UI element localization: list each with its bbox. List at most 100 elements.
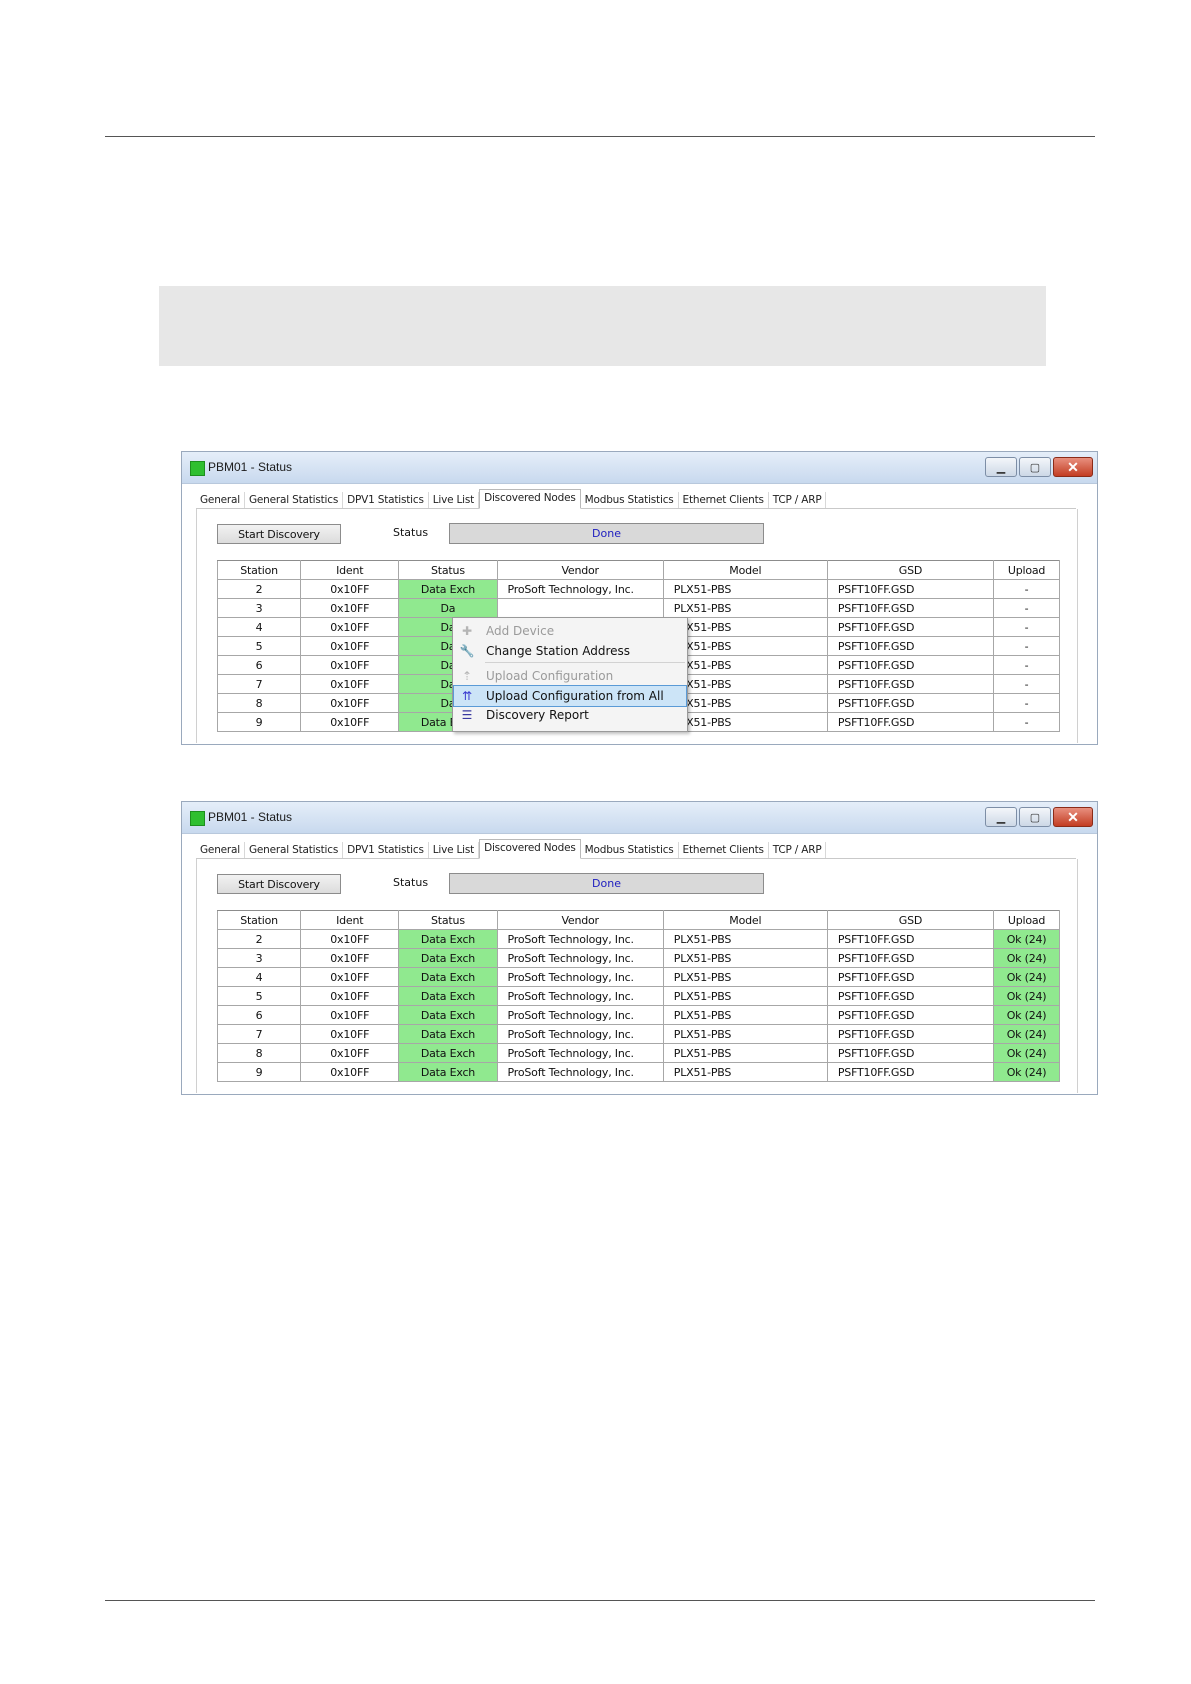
upload-all-icon: ⇈ (461, 689, 473, 703)
vendor-cell: ProSoft Technology, Inc. (496, 1062, 664, 1082)
column-header-ident[interactable]: Ident (300, 560, 400, 580)
tab-general-statistics[interactable]: General Statistics (245, 492, 344, 508)
status-cell: Data Exch (398, 967, 498, 987)
model-cell: PLX51-PBS (662, 1043, 828, 1063)
gsd-cell: PSFT10FF.GSD (826, 655, 995, 675)
title-bar[interactable]: PBM01 - Status ▁ ▢ ✕ (182, 452, 1097, 484)
gsd-cell: PSFT10FF.GSD (826, 929, 995, 949)
gsd-cell: PSFT10FF.GSD (826, 1062, 995, 1082)
tab-general[interactable]: General (196, 842, 245, 858)
tab-modbus-statistics[interactable]: Modbus Statistics (581, 492, 679, 508)
gsd-cell: PSFT10FF.GSD (826, 967, 995, 987)
tab-tcp-arp[interactable]: TCP / ARP (769, 842, 827, 858)
table-row[interactable]: 8 0x10FF Data Exch ProSoft Technology, Inc.… (216, 1043, 1060, 1063)
upload-cell: Ok (24) (993, 929, 1060, 949)
vendor-cell: ProSoft Technology, Inc. (496, 1043, 664, 1063)
upload-cell: Ok (24) (993, 986, 1060, 1006)
gsd-cell: PSFT10FF.GSD (826, 1024, 995, 1044)
ident-cell: 0x10FF (300, 1062, 400, 1082)
upload-cell: - (993, 674, 1060, 694)
status-cell: Data Exch (398, 986, 498, 1006)
table-row[interactable]: 5 0x10FF Data Exch ProSoft Technology, Inc.… (216, 986, 1060, 1006)
maximize-button[interactable]: ▢ (1019, 807, 1051, 827)
ident-cell: 0x10FF (300, 674, 400, 694)
column-header-vendor[interactable]: Vendor (496, 560, 664, 580)
vendor-cell: ProSoft Technology, Inc. (496, 929, 664, 949)
column-header-ident[interactable]: Ident (300, 910, 400, 930)
gsd-cell: PSFT10FF.GSD (826, 1005, 995, 1025)
table-row[interactable]: 2 0x10FF Data Exch ProSoft Technology, Inc.… (216, 929, 1060, 949)
station-cell: 2 (216, 929, 302, 949)
menu-item-label: Add Device (486, 624, 555, 638)
app-icon (190, 461, 205, 476)
menu-item-discovery-report[interactable]: ☰ Discovery Report (454, 705, 686, 725)
table-header-row: Station Ident Status Vendor Model GSD Upload (216, 560, 1060, 580)
column-header-status[interactable]: Status (398, 560, 498, 580)
ident-cell: 0x10FF (300, 655, 400, 675)
ident-cell: 0x10FF (300, 967, 400, 987)
minimize-button[interactable]: ▁ (985, 457, 1017, 477)
menu-separator (485, 662, 685, 663)
ident-cell: 0x10FF (300, 693, 400, 713)
column-header-gsd[interactable]: GSD (826, 560, 995, 580)
station-cell: 9 (216, 1062, 302, 1082)
vendor-cell: ProSoft Technology, Inc. (496, 1024, 664, 1044)
station-cell: 8 (216, 1043, 302, 1063)
title-bar[interactable]: PBM01 - Status ▁ ▢ ✕ (182, 802, 1097, 834)
tab-dpv1-statistics[interactable]: DPV1 Statistics (343, 842, 429, 858)
maximize-button[interactable]: ▢ (1019, 457, 1051, 477)
tab-general-statistics[interactable]: General Statistics (245, 842, 344, 858)
tab-dpv1-statistics[interactable]: DPV1 Statistics (343, 492, 429, 508)
gsd-cell: PSFT10FF.GSD (826, 693, 995, 713)
station-cell: 8 (216, 693, 302, 713)
upload-cell: - (993, 693, 1060, 713)
start-discovery-button[interactable]: Start Discovery (217, 874, 341, 894)
station-cell: 7 (216, 1024, 302, 1044)
table-row[interactable]: 6 0x10FF Data Exch ProSoft Technology, Inc.… (216, 1005, 1060, 1025)
column-header-upload[interactable]: Upload (993, 910, 1060, 930)
tab-ethernet-clients[interactable]: Ethernet Clients (679, 842, 769, 858)
tab-discovered-nodes[interactable]: Discovered Nodes (479, 839, 581, 859)
upload-cell: Ok (24) (993, 948, 1060, 968)
menu-item-upload-configuration-from-all[interactable]: ⇈ Upload Configuration from All (453, 685, 687, 707)
tab-discovered-nodes[interactable]: Discovered Nodes (479, 489, 581, 509)
minimize-button[interactable]: ▁ (985, 807, 1017, 827)
column-header-model[interactable]: Model (662, 910, 828, 930)
column-header-gsd[interactable]: GSD (826, 910, 995, 930)
tab-live-list[interactable]: Live List (429, 492, 480, 508)
ident-cell: 0x10FF (300, 579, 400, 599)
tab-tcp-arp[interactable]: TCP / ARP (769, 492, 827, 508)
start-discovery-button[interactable]: Start Discovery (217, 524, 341, 544)
station-cell: 5 (216, 636, 302, 656)
ident-cell: 0x10FF (300, 636, 400, 656)
table-row[interactable]: 90x10FFData ExchProSoft Technology, Inc.… (216, 1062, 1060, 1082)
table-row[interactable]: 2 0x10FF Data Exch ProSoft Technology, Inc.… (216, 579, 1060, 599)
ident-cell: 0x10FF (300, 598, 400, 618)
table-row[interactable]: 3 0x10FF Data Exch ProSoft Technology, Inc.… (216, 948, 1060, 968)
close-icon: ✕ (1067, 458, 1079, 475)
table-row[interactable]: 7 0x10FF Data Exch ProSoft Technology, Inc.… (216, 1024, 1060, 1044)
tab-live-list[interactable]: Live List (429, 842, 480, 858)
close-button[interactable]: ✕ (1053, 457, 1093, 477)
upload-cell: Ok (24) (993, 1062, 1060, 1082)
tab-general[interactable]: General (196, 492, 245, 508)
column-header-status[interactable]: Status (398, 910, 498, 930)
column-header-station[interactable]: Station (216, 560, 302, 580)
close-button[interactable]: ✕ (1053, 807, 1093, 827)
column-header-station[interactable]: Station (216, 910, 302, 930)
menu-item-change-station-address[interactable]: 🔧 Change Station Address (454, 641, 686, 661)
minimize-icon: ▁ (996, 461, 1006, 474)
status-cell: Data Exch (398, 948, 498, 968)
vendor-cell (496, 598, 664, 618)
table-row[interactable]: 3 0x10FF Da PLX51-PBS PSFT10FF.GSD - (216, 598, 1060, 618)
status-label: Status (393, 526, 429, 539)
upload-icon: ⇡ (461, 669, 473, 683)
discovered-nodes-panel: Start Discovery Status Done Station Ident… (196, 859, 1078, 1093)
column-header-model[interactable]: Model (662, 560, 828, 580)
column-header-vendor[interactable]: Vendor (496, 910, 664, 930)
table-row[interactable]: 4 0x10FF Data Exch ProSoft Technology, Inc.… (216, 967, 1060, 987)
tab-modbus-statistics[interactable]: Modbus Statistics (581, 842, 679, 858)
column-header-upload[interactable]: Upload (993, 560, 1060, 580)
vendor-cell: ProSoft Technology, Inc. (496, 1005, 664, 1025)
tab-ethernet-clients[interactable]: Ethernet Clients (679, 492, 769, 508)
